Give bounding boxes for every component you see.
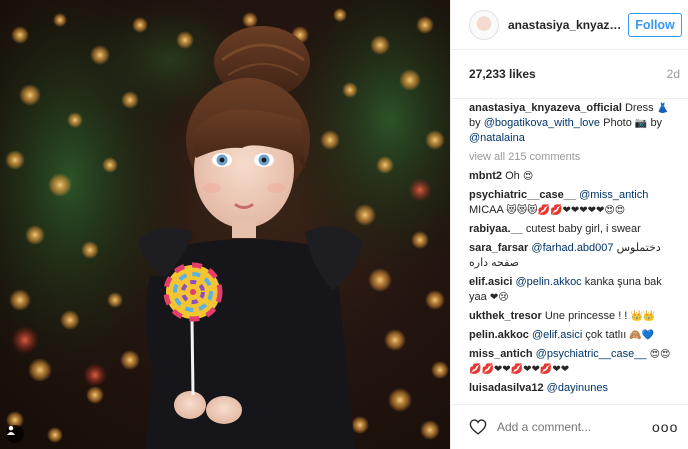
list-item: elif.asici @pelin.akkoc kanka şuna bak y… [469, 275, 678, 305]
comment-mention[interactable]: @dayinunes [547, 382, 608, 394]
photo-illustration [0, 0, 450, 449]
list-item: sara_farsar @farhad.abd007 دختملوس صفحه … [469, 241, 678, 271]
comments-list: anastasiya_knyazeva_official Dress 👗 by … [451, 99, 688, 409]
header-username[interactable]: anastasiya_knyazev... [508, 18, 628, 32]
comment-text: cutest baby girl, i swear [525, 223, 641, 235]
list-item: rabiyaa.__ cutest baby girl, i swear [469, 222, 678, 237]
comment-username[interactable]: rabiyaa.__ [469, 223, 523, 235]
dress-emoji: 👗 [656, 103, 670, 114]
comment-username[interactable]: luisadasilva12 [469, 382, 544, 394]
caption: anastasiya_knyazeva_official Dress 👗 by … [469, 101, 678, 146]
more-options-icon[interactable]: ooo [652, 419, 678, 435]
list-item: ukthek_tresor Une princesse ! ! 👑👑 [469, 309, 678, 324]
comment-emoji: 🙈💙 [629, 330, 655, 341]
post-photo[interactable] [0, 0, 450, 449]
caption-text: by [650, 117, 663, 129]
comment-text: Une princesse ! ! [544, 310, 628, 322]
comment-username[interactable]: elif.asici [469, 276, 512, 288]
comment-mention[interactable]: @elif.asici [532, 329, 582, 341]
comment-username[interactable]: mbnt2 [469, 170, 502, 182]
post-stats: 27,233 likes 2d [451, 50, 688, 99]
heart-outline-icon[interactable] [469, 418, 487, 436]
add-comment-input[interactable] [497, 420, 652, 434]
comment-username[interactable]: miss_antich [469, 348, 533, 360]
comment-username[interactable]: psychiatric__case__ [469, 189, 576, 201]
caption-username[interactable]: anastasiya_knyazeva_official [469, 102, 622, 114]
comment-text: çok tatlıı [585, 329, 627, 341]
comment-footer: ooo [451, 404, 688, 449]
caption-mention[interactable]: @natalaina [469, 132, 525, 144]
comment-username[interactable]: pelin.akkoc [469, 329, 529, 341]
comment-emoji: 😻😻😻💋💋❤❤❤❤❤😍😍 [506, 205, 626, 216]
person-tag-icon[interactable] [6, 425, 24, 443]
list-item: psychiatric__case__ @miss_antich MICAA 😻… [469, 188, 678, 218]
caption-mention[interactable]: @bogatikova_with_love [484, 117, 600, 129]
camera-emoji: 📷 [634, 118, 648, 129]
caption-text: by [469, 117, 481, 129]
post-side-panel: anastasiya_knyazev... Follow 27,233 like… [450, 0, 688, 449]
comment-emoji: 👑👑 [630, 311, 656, 322]
post-time[interactable]: 2d [667, 67, 680, 81]
list-item: mbnt2 Oh 😍 [469, 169, 678, 184]
comment-mention[interactable]: @farhad.abd007 [531, 242, 613, 254]
caption-text: Dress [624, 102, 654, 114]
comment-mention[interactable]: @psychiatric__case__ [536, 348, 647, 360]
list-item: luisadasilva12 @dayinunes [469, 381, 678, 396]
comment-username[interactable]: sara_farsar [469, 242, 528, 254]
comment-text: Oh [505, 170, 520, 182]
avatar[interactable] [469, 9, 499, 40]
likes-count[interactable]: 27,233 likes [469, 67, 536, 81]
comment-emoji: 😍 [522, 171, 534, 182]
comment-mention[interactable]: @pelin.akkoc [515, 276, 581, 288]
follow-button[interactable]: Follow [628, 12, 682, 37]
view-all-comments-link[interactable]: view all 215 comments [469, 150, 678, 165]
comment-mention[interactable]: @miss_antich [579, 189, 648, 201]
comment-username[interactable]: ukthek_tresor [469, 310, 542, 322]
comment-text: MICAA [469, 204, 504, 216]
list-item: miss_antich @psychiatric__case__ 😍😍💋💋❤❤💋… [469, 347, 678, 377]
list-item: pelin.akkoc @elif.asici çok tatlıı 🙈💙 [469, 328, 678, 343]
caption-text: Photo [603, 117, 632, 129]
comment-emoji: ❤😢 [489, 292, 509, 303]
post-header: anastasiya_knyazev... Follow [451, 0, 688, 50]
